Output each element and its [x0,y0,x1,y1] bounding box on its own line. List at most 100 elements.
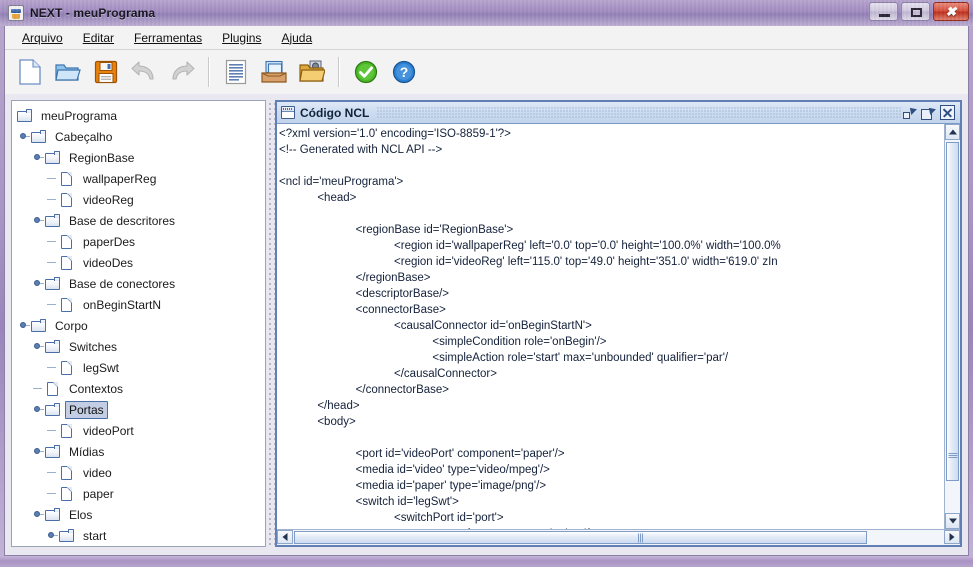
toolbar-separator-1 [208,57,210,87]
application-window: NEXT - meuPrograma ✖ Arquivo Editar Ferr… [0,0,973,567]
horizontal-scroll-thumb[interactable] [294,531,867,544]
file-icon [59,171,75,186]
split-pane-divider[interactable] [266,100,275,547]
toolbar: ? [5,50,968,95]
window-bottom-border [0,557,973,567]
tree-item-legswt[interactable]: legSwt [17,357,264,378]
close-button[interactable]: ✖ [933,2,969,21]
tree-item-base-de-descritores[interactable]: Base de descritores [17,210,264,231]
tree-indent-guide [31,462,45,483]
code-line: <switch id='legSwt'> [279,496,459,508]
redo-button[interactable] [167,57,197,87]
tree-item-label: videoDes [83,255,134,270]
tree-item-meuprograma[interactable]: meuPrograma [17,105,264,126]
iconify-button[interactable] [902,106,916,120]
tree-item-cabe-alho[interactable]: Cabeçalho [17,126,264,147]
tree-expand-handle[interactable] [31,214,44,227]
vertical-scroll-track[interactable] [945,140,960,513]
tree-item-paperdes[interactable]: paperDes [17,231,264,252]
horizontal-scroll-track[interactable] [293,530,944,545]
tree-expand-handle[interactable] [31,340,44,353]
menu-ajuda[interactable]: Ajuda [272,28,321,48]
close-frame-button[interactable] [940,105,955,120]
folder-icon [31,318,47,333]
code-line: <simpleCondition role='onBegin'/> [279,336,607,348]
tree-item-label: Contextos [69,381,124,396]
tree-expand-handle[interactable] [17,130,30,143]
tree-item-portas[interactable]: Portas [17,399,264,420]
code-line: </causalConnector> [279,368,497,380]
menu-editar[interactable]: Editar [74,28,123,48]
code-editor-text[interactable]: <?xml version='1.0' encoding='ISO-8859-1… [277,124,944,529]
tree-item-base-de-conectores[interactable]: Base de conectores [17,273,264,294]
tree-item-label: RegionBase [69,150,135,165]
scroll-left-button[interactable] [277,530,293,544]
scroll-right-button[interactable] [944,530,960,544]
media-folder-button[interactable] [297,57,327,87]
project-tree-panel[interactable]: meuPrograma Cabeçalho RegionBase wallpaperR… [11,100,266,547]
redo-arrow-icon [172,61,195,80]
document-button[interactable] [221,57,251,87]
tree-indent-guide [17,189,31,210]
menu-arquivo[interactable]: Arquivo [13,28,72,48]
tree-expand-handle[interactable] [31,508,44,521]
tree-item-regionbase[interactable]: RegionBase [17,147,264,168]
tree-expand-handle[interactable] [45,529,58,542]
code-line: </regionBase> [279,272,431,284]
tree-expand-handle[interactable] [31,151,44,164]
tree-item-videodes[interactable]: videoDes [17,252,264,273]
file-icon [59,360,75,375]
scroll-down-button[interactable] [945,513,960,529]
tree-item-onbeginstartn[interactable]: onBeginStartN [17,294,264,315]
window-titlebar[interactable]: NEXT - meuPrograma ✖ [0,0,973,26]
titlebar-texture [377,107,902,118]
code-horizontal-scrollbar[interactable] [277,529,960,545]
tree-item-paper[interactable]: paper [17,483,264,504]
scroll-up-button[interactable] [945,124,960,140]
tree-item-wallpaperreg[interactable]: wallpaperReg [17,168,264,189]
tree-item-corpo[interactable]: Corpo [17,315,264,336]
project-tree[interactable]: meuPrograma Cabeçalho RegionBase wallpaperR… [13,102,264,545]
vertical-scroll-thumb[interactable] [946,142,959,481]
tree-item-elos[interactable]: Elos [17,504,264,525]
tree-expand-handle[interactable] [31,403,44,416]
help-button[interactable]: ? [389,57,419,87]
tree-item-video[interactable]: video [17,462,264,483]
maximize-button[interactable] [901,2,930,21]
code-vertical-scrollbar[interactable] [944,124,960,529]
new-file-icon [19,59,41,85]
inbox-button[interactable] [259,57,289,87]
new-file-button[interactable] [15,57,45,87]
tree-item-label: Switches [69,339,118,354]
tree-item-videoport[interactable]: videoPort [17,420,264,441]
tree-indent-guide [31,231,45,252]
file-icon [59,192,75,207]
minimize-button[interactable] [869,2,898,21]
tree-item-switches[interactable]: Switches [17,336,264,357]
open-folder-button[interactable] [53,57,83,87]
tree-scroll-area[interactable]: meuPrograma Cabeçalho RegionBase wallpaperR… [13,102,264,545]
tree-expand-handle[interactable] [31,445,44,458]
menu-ferramentas[interactable]: Ferramentas [125,28,211,48]
maximize-frame-button[interactable] [921,106,935,120]
tree-item-contextos[interactable]: Contextos [17,378,264,399]
toolbar-separator-2 [338,57,340,87]
tree-item-label: Elos [69,507,93,522]
save-button[interactable] [91,57,121,87]
tree-item-label: Base de conectores [69,276,176,291]
tree-item-videoreg[interactable]: videoReg [17,189,264,210]
menu-plugins[interactable]: Plugins [213,28,270,48]
tree-item-start[interactable]: start [17,525,264,545]
validate-check-icon [354,60,378,84]
tree-item-label: video [83,465,112,480]
code-frame-titlebar[interactable]: Código NCL [277,102,960,124]
code-line: <body> [279,416,356,428]
file-icon [59,297,75,312]
tree-item-m-dias[interactable]: Mídias [17,441,264,462]
validate-button[interactable] [351,57,381,87]
undo-button[interactable] [129,57,159,87]
folder-icon [45,339,61,354]
tree-expand-handle[interactable] [17,319,30,332]
code-editor-body: <?xml version='1.0' encoding='ISO-8859-1… [277,124,960,545]
tree-expand-handle[interactable] [31,277,44,290]
